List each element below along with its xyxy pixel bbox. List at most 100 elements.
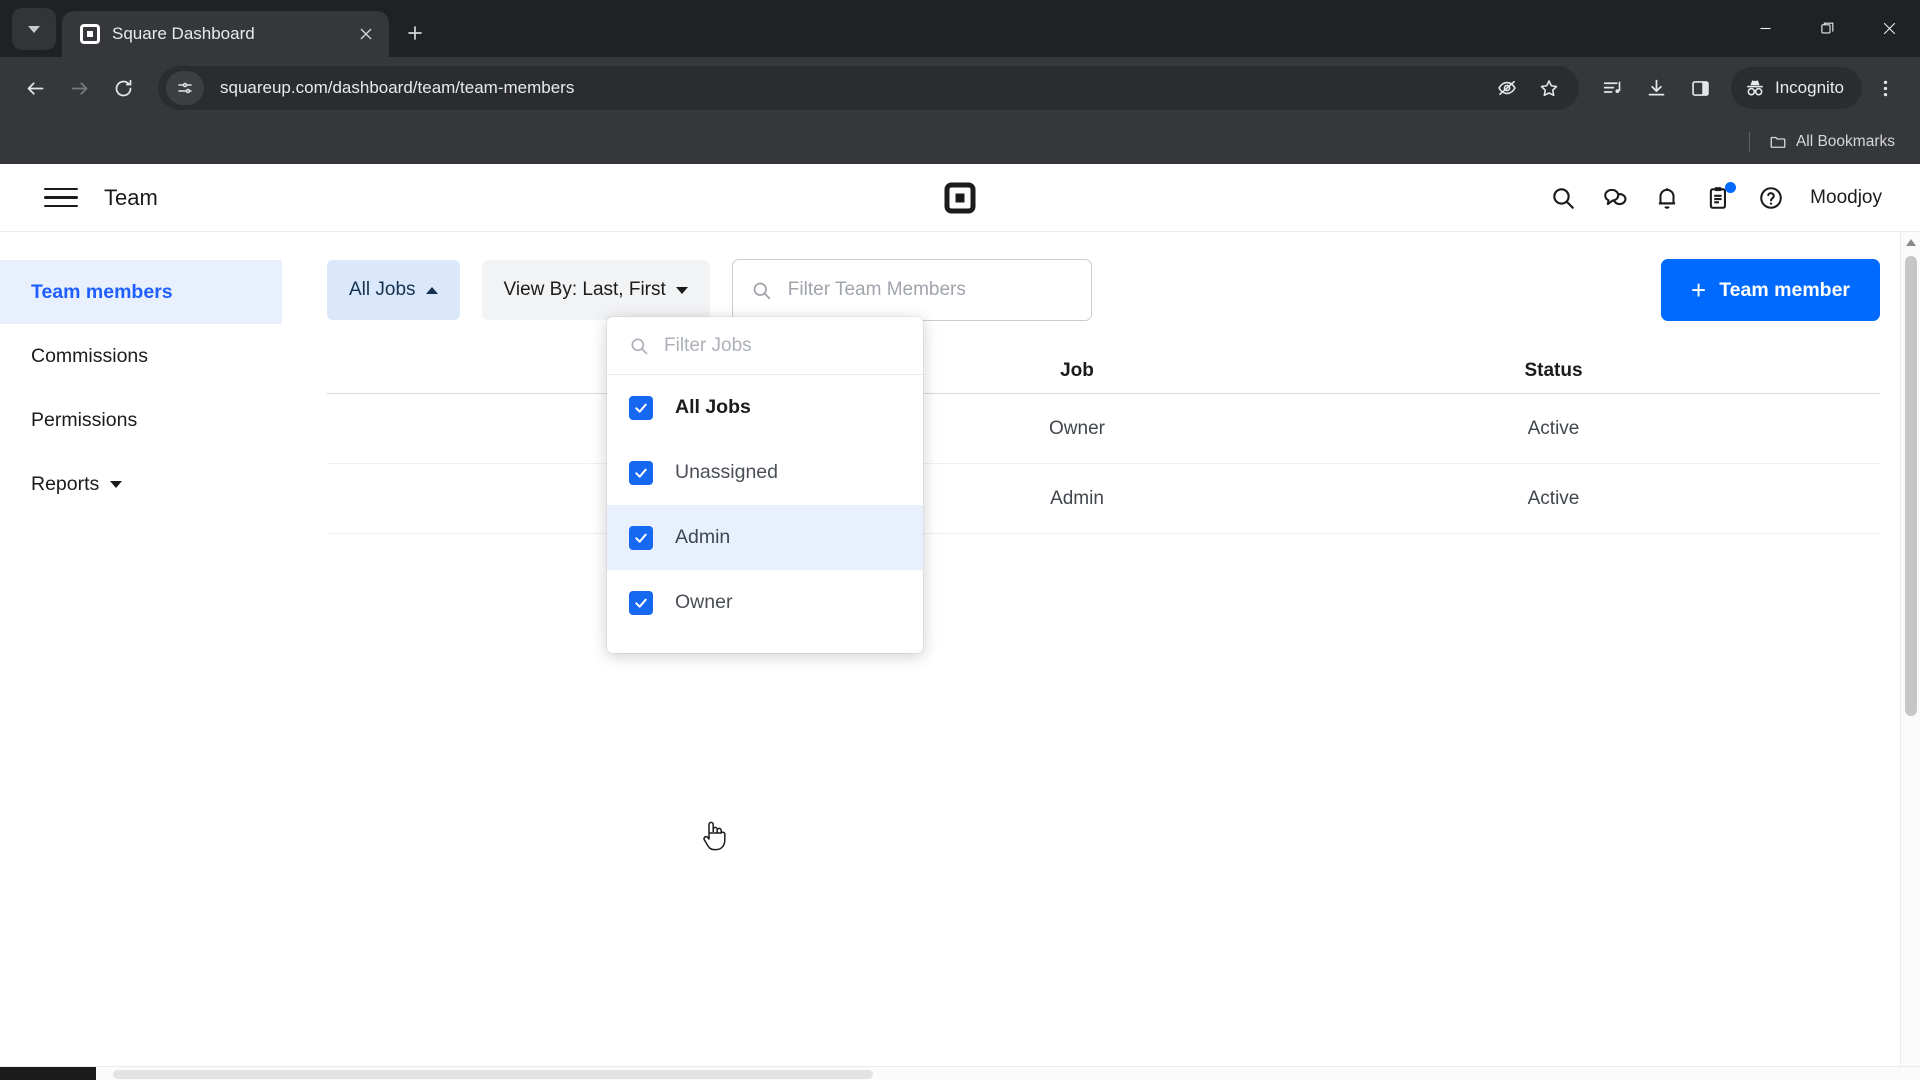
browser-toolbar: squareup.com/dashboard/team/team-members: [0, 57, 1920, 119]
all-bookmarks-button[interactable]: All Bookmarks: [1760, 128, 1904, 156]
bell-icon[interactable]: [1654, 185, 1680, 211]
three-dot-menu-icon: [1883, 80, 1887, 96]
filter-jobs-input[interactable]: [664, 334, 909, 357]
checkbox-checked[interactable]: [629, 395, 653, 420]
window-controls: [1734, 0, 1920, 57]
folder-icon: [1770, 136, 1786, 148]
address-bar[interactable]: squareup.com/dashboard/team/team-members: [158, 66, 1579, 110]
browser-window: Square Dashboard squareup.com/dashboard/…: [0, 0, 1920, 1080]
chevron-up-icon: [425, 286, 438, 294]
incognito-label: Incognito: [1775, 78, 1844, 97]
forward-button[interactable]: [58, 67, 100, 109]
clipboard-icon[interactable]: [1706, 181, 1737, 211]
sidebar-item-reports[interactable]: Reports: [0, 452, 282, 516]
minimize-button[interactable]: [1734, 0, 1796, 57]
search-icon: [631, 338, 648, 354]
downloads-button[interactable]: [1635, 67, 1677, 109]
search-input[interactable]: [787, 279, 1073, 301]
jobs-option-unassigned[interactable]: Unassigned: [607, 440, 923, 505]
eye-off-icon[interactable]: [1487, 68, 1527, 108]
reload-button[interactable]: [102, 67, 144, 109]
tab-search-button[interactable]: [12, 8, 56, 50]
checkbox-checked[interactable]: [629, 460, 653, 485]
hamburger-menu-icon[interactable]: [44, 182, 78, 214]
all-bookmarks-label: All Bookmarks: [1795, 132, 1895, 150]
check-icon: [635, 533, 647, 543]
table-row[interactable]: Admin Active: [327, 464, 1880, 534]
check-icon: [635, 468, 647, 478]
page-body: Team members Commissions Permissions Rep…: [0, 232, 1920, 1080]
chat-bubbles-icon[interactable]: [1602, 185, 1628, 211]
user-menu[interactable]: Moodjoy: [1810, 187, 1882, 209]
close-window-button[interactable]: [1858, 0, 1920, 57]
filter-team-members-field[interactable]: [731, 259, 1092, 321]
column-header-status[interactable]: Status: [1227, 360, 1880, 382]
sidebar-item-label: Team members: [31, 280, 173, 303]
jobs-option-label: Owner: [675, 591, 733, 613]
jobs-option-owner[interactable]: Owner: [607, 570, 923, 635]
all-jobs-filter-label: All Jobs: [349, 279, 416, 300]
url-text: squareup.com/dashboard/team/team-members: [220, 78, 575, 97]
table-row[interactable]: Owner Active: [327, 394, 1880, 464]
cell-status: Active: [1527, 487, 1580, 509]
search-icon[interactable]: [1550, 185, 1576, 211]
jobs-option-label: Unassigned: [675, 461, 778, 483]
status-badge: [1725, 181, 1737, 193]
side-panel-icon: [1691, 80, 1709, 96]
chevron-down-icon: [28, 25, 40, 33]
help-circle-icon[interactable]: [1758, 185, 1784, 211]
reload-icon: [115, 79, 131, 96]
sidebar-item-label: Reports: [31, 472, 100, 495]
app-header: Team Moodjoy: [0, 164, 1920, 232]
tab-title: Square Dashboard: [112, 24, 255, 43]
maximize-button[interactable]: [1796, 0, 1858, 57]
scroll-up-arrow-icon[interactable]: [1905, 239, 1916, 246]
downloads-icon: [1648, 79, 1664, 95]
media-playlist-button[interactable]: [1591, 67, 1633, 109]
vertical-scrollbar[interactable]: [1900, 232, 1920, 1080]
team-members-table: Job Status Owner Active Admin Active: [282, 348, 1920, 534]
side-panel-button[interactable]: [1679, 67, 1721, 109]
search-icon: [753, 282, 771, 299]
omnibox-actions: [1487, 68, 1573, 108]
browser-menu-button[interactable]: [1864, 67, 1906, 109]
jobs-option-label: All Jobs: [675, 396, 751, 418]
incognito-indicator[interactable]: Incognito: [1731, 67, 1862, 109]
arrow-left-icon: [27, 81, 43, 95]
cell-job: Admin: [1050, 487, 1104, 509]
scrollbar-thumb[interactable]: [113, 1070, 873, 1079]
arrow-right-icon: [71, 81, 87, 95]
add-team-member-button[interactable]: + Team member: [1661, 259, 1880, 321]
jobs-option-admin[interactable]: Admin: [607, 505, 923, 570]
sidebar: Team members Commissions Permissions Rep…: [0, 232, 282, 1080]
sidebar-item-commissions[interactable]: Commissions: [0, 324, 282, 388]
close-icon[interactable]: [353, 21, 379, 47]
sidebar-item-permissions[interactable]: Permissions: [0, 388, 282, 452]
sidebar-item-label: Permissions: [31, 408, 138, 431]
cell-job: Owner: [1049, 417, 1105, 439]
sidebar-item-label: Commissions: [31, 344, 149, 367]
square-logo-icon: [80, 24, 100, 44]
browser-tab[interactable]: Square Dashboard: [62, 11, 389, 57]
filter-toolbar: All Jobs View By: Last, First Filter Tea…: [282, 258, 1920, 322]
all-jobs-filter-button[interactable]: All Jobs: [327, 260, 460, 320]
divider: [1748, 131, 1750, 152]
mouse-cursor-pointer: [703, 821, 726, 851]
star-icon[interactable]: [1529, 68, 1569, 108]
view-by-label: View By: Last, First: [503, 279, 666, 300]
sidebar-item-team-members[interactable]: Team members: [0, 260, 282, 324]
tab-strip: Square Dashboard: [0, 0, 1920, 57]
back-button[interactable]: [14, 67, 56, 109]
jobs-option-all-jobs[interactable]: All Jobs: [607, 375, 923, 440]
column-header-job[interactable]: Job: [927, 360, 1227, 382]
new-tab-button[interactable]: [395, 13, 435, 53]
checkbox-checked[interactable]: [629, 590, 653, 615]
checkbox-checked[interactable]: [629, 525, 653, 550]
filter-jobs-field[interactable]: [607, 317, 923, 375]
scrollbar-thumb[interactable]: [1905, 256, 1917, 716]
view-by-button[interactable]: View By: Last, First: [481, 260, 710, 320]
plus-icon: [408, 26, 422, 40]
main-content: All Jobs View By: Last, First Filter Tea…: [282, 232, 1920, 1080]
page-info-icon[interactable]: [166, 71, 204, 105]
horizontal-scrollbar[interactable]: [0, 1066, 1920, 1080]
